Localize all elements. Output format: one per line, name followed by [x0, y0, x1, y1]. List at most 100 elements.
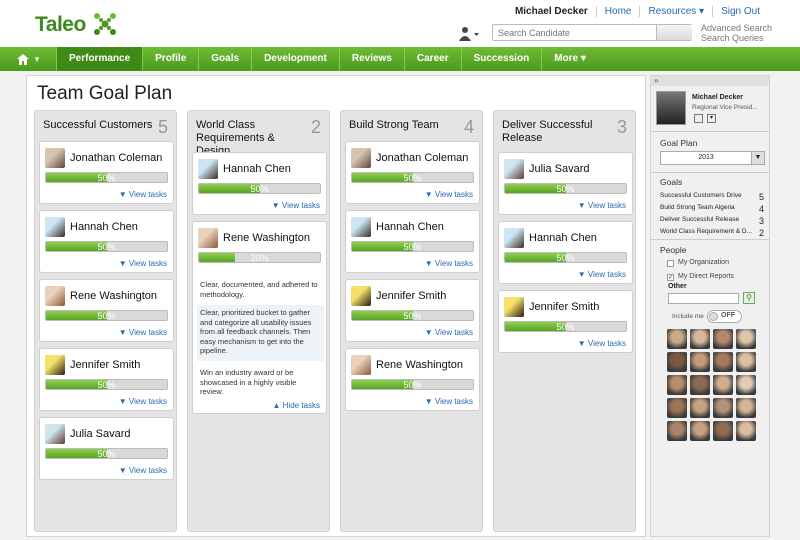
person-photo[interactable]: [690, 421, 710, 441]
sidebar-goal-name: Successful Customers Drive: [660, 192, 742, 199]
my-direct-reports-checkbox[interactable]: ✓: [667, 274, 674, 281]
include-me-toggle[interactable]: OFF: [707, 310, 742, 323]
person-photo[interactable]: [736, 398, 756, 418]
view-tasks-link[interactable]: ▼ View tasks: [578, 270, 626, 279]
profile-name: Michael Decker: [692, 94, 743, 101]
profile-title: Regional Vice Presid...: [692, 104, 758, 111]
goal-column: Successful Customers 5 Jonathan Coleman 50%…: [34, 110, 177, 532]
goal-column-title: Successful Customers: [43, 119, 153, 131]
member-goal-card[interactable]: Hannah Chen 50% ▼ View tasks: [345, 210, 480, 273]
member-goal-card[interactable]: Jennifer Smith 50% ▼ View tasks: [39, 348, 174, 411]
nav-career[interactable]: Career: [403, 47, 461, 71]
member-goal-card[interactable]: Rene Washington 50% ▼ View tasks: [345, 348, 480, 411]
person-icon[interactable]: [458, 26, 480, 42]
person-photo[interactable]: [667, 398, 687, 418]
home-nav-button[interactable]: ▾: [0, 47, 56, 71]
person-photo[interactable]: [667, 375, 687, 395]
person-photo[interactable]: [667, 329, 687, 349]
goal-plan-select[interactable]: 2013 ▼: [660, 151, 765, 165]
view-tasks-link[interactable]: ▼ View tasks: [425, 259, 473, 268]
sidebar-goal-item[interactable]: Build Strong Team Algeria 4: [660, 204, 764, 214]
sidebar-goal-name: Deliver Successful Release: [660, 216, 740, 223]
advanced-search-link[interactable]: Advanced Search: [701, 23, 772, 33]
nav-succession[interactable]: Succession: [460, 47, 542, 71]
progress-percent: 50%: [97, 380, 116, 390]
sidebar-goal-item[interactable]: Deliver Successful Release 3: [660, 216, 764, 226]
my-organization-checkbox[interactable]: [667, 260, 674, 267]
view-tasks-link[interactable]: ▼ View tasks: [272, 201, 320, 210]
taleo-logo[interactable]: Taleo: [35, 13, 86, 37]
nav-reviews[interactable]: Reviews: [338, 47, 404, 71]
member-goal-card[interactable]: Julia Savard 50% ▼ View tasks: [39, 417, 174, 480]
search-person-icon[interactable]: ⚲: [743, 292, 755, 304]
profile-menu-icon[interactable]: ▾: [707, 114, 716, 123]
nav-performance[interactable]: Performance: [56, 47, 143, 71]
chevron-down-icon: ▼: [118, 328, 129, 337]
person-photo[interactable]: [690, 398, 710, 418]
member-goal-card[interactable]: Rene Washington 50% ▼ View tasks: [39, 279, 174, 342]
nav-goals[interactable]: Goals: [198, 47, 251, 71]
view-tasks-label: View tasks: [434, 397, 473, 406]
person-photo[interactable]: [690, 329, 710, 349]
view-tasks-link[interactable]: ▼ View tasks: [425, 190, 473, 199]
person-photo[interactable]: [736, 421, 756, 441]
include-me-label: Include me: [672, 313, 704, 320]
sign-out-link[interactable]: Sign Out: [712, 6, 768, 17]
view-tasks-link[interactable]: ▼ View tasks: [119, 466, 167, 475]
person-photo[interactable]: [736, 329, 756, 349]
view-tasks-link[interactable]: ▼ View tasks: [119, 328, 167, 337]
member-goal-card[interactable]: Hannah Chen 50% ▼ View tasks: [39, 210, 174, 273]
search-queries-link[interactable]: Search Queries: [701, 33, 772, 43]
member-goal-card[interactable]: Jonathan Coleman 50% ▼ View tasks: [39, 141, 174, 204]
view-tasks-link[interactable]: ▼ View tasks: [119, 397, 167, 406]
person-photo[interactable]: [690, 352, 710, 372]
team-goal-plan-board: Team Goal Plan Successful Customers 5 Jona…: [26, 75, 646, 537]
person-photo[interactable]: [690, 375, 710, 395]
view-tasks-link[interactable]: ▼ View tasks: [578, 339, 626, 348]
sidebar-goal-item[interactable]: Successful Customers Drive 5: [660, 192, 764, 202]
person-photo[interactable]: [713, 398, 733, 418]
hide-tasks-link[interactable]: ▲ Hide tasks: [273, 401, 321, 410]
progress-bar: 50%: [351, 172, 474, 183]
search-button[interactable]: [656, 25, 692, 40]
person-photo[interactable]: [713, 421, 733, 441]
profile-card-icon[interactable]: [694, 114, 703, 123]
view-tasks-link[interactable]: ▼ View tasks: [425, 328, 473, 337]
member-goal-card[interactable]: Jonathan Coleman 50% ▼ View tasks: [345, 141, 480, 204]
member-goal-card[interactable]: Hannah Chen 50% ▼ View tasks: [192, 152, 327, 215]
toggle-state-label: OFF: [721, 312, 735, 319]
nav-more[interactable]: More ▾: [541, 47, 598, 71]
person-photo[interactable]: [736, 375, 756, 395]
view-tasks-link[interactable]: ▼ View tasks: [578, 201, 626, 210]
person-photo[interactable]: [667, 421, 687, 441]
main-nav: ▾ Performance Profile Goals Development …: [0, 47, 800, 71]
person-photo[interactable]: [713, 352, 733, 372]
resources-menu[interactable]: Resources ▾: [639, 6, 712, 17]
member-goal-card[interactable]: Julia Savard 50% ▼ View tasks: [498, 152, 633, 215]
sidebar-goal-item[interactable]: World Class Requirement & D... 2: [660, 228, 764, 238]
hide-tasks-label: Hide tasks: [282, 401, 320, 410]
person-photo[interactable]: [713, 375, 733, 395]
member-name: Jonathan Coleman: [376, 152, 469, 164]
nav-development[interactable]: Development: [251, 47, 339, 71]
member-goal-card[interactable]: Jennifer Smith 50% ▼ View tasks: [498, 290, 633, 353]
person-photo[interactable]: [736, 352, 756, 372]
task-item: Win an industry award or be showcased in…: [200, 368, 297, 396]
member-name: Julia Savard: [529, 163, 590, 175]
home-link[interactable]: Home: [595, 6, 640, 17]
member-goal-card[interactable]: Rene Washington 30% Clear, documented, and…: [192, 221, 327, 414]
nav-profile[interactable]: Profile: [142, 47, 198, 71]
member-goal-card[interactable]: Hannah Chen 50% ▼ View tasks: [498, 221, 633, 284]
progress-percent: 50%: [250, 184, 269, 194]
view-tasks-link[interactable]: ▼ View tasks: [119, 190, 167, 199]
collapse-sidebar-button[interactable]: »: [651, 76, 769, 86]
chevron-down-icon: ▼: [118, 259, 129, 268]
member-goal-card[interactable]: Jennifer Smith 50% ▼ View tasks: [345, 279, 480, 342]
person-photo[interactable]: [713, 329, 733, 349]
home-dropdown-arrow: ▾: [34, 53, 40, 64]
person-photo[interactable]: [667, 352, 687, 372]
view-tasks-link[interactable]: ▼ View tasks: [119, 259, 167, 268]
member-name: Hannah Chen: [529, 232, 597, 244]
view-tasks-link[interactable]: ▼ View tasks: [425, 397, 473, 406]
other-person-input[interactable]: [668, 293, 739, 304]
